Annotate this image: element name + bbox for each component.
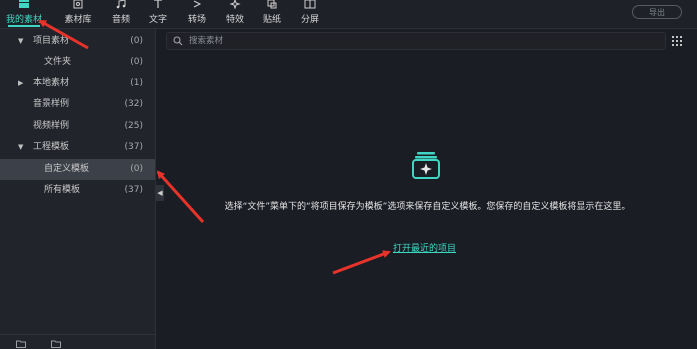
annotation-arrow-custom-templates <box>156 170 205 224</box>
annotation-arrow-my-media <box>38 19 89 50</box>
annotation-arrow-open-recent <box>332 250 391 275</box>
annotation-arrows <box>38 19 391 275</box>
